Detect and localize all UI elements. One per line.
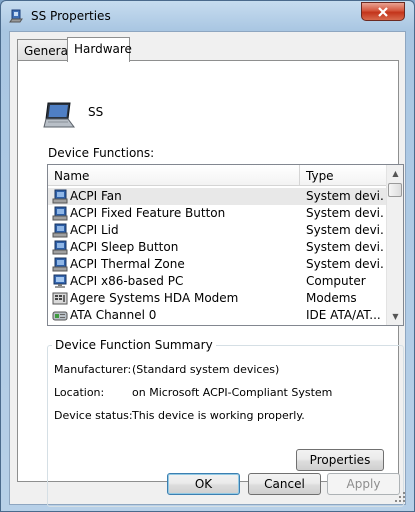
device-name-cell: ACPI Fan — [70, 189, 122, 203]
device-name-cell: ACPI Lid — [70, 223, 119, 237]
device-type-cell: System devi... — [306, 189, 384, 203]
properties-button[interactable]: Properties — [296, 449, 384, 471]
column-header-type[interactable]: Type — [306, 169, 334, 183]
list-header: Name Type — [48, 165, 386, 186]
apply-button[interactable]: Apply — [327, 473, 400, 495]
device-type-cell: Modems — [306, 291, 357, 305]
device-type-cell: System devi... — [306, 257, 384, 271]
ide-channel-icon — [52, 311, 68, 321]
apply-button-label: Apply — [346, 477, 381, 491]
tab-general-label: General — [24, 44, 72, 58]
scroll-thumb[interactable] — [388, 183, 402, 197]
tab-hardware[interactable]: Hardware — [67, 37, 132, 62]
scroll-down-button[interactable]: ▼ — [387, 308, 403, 325]
device-name: SS — [88, 105, 104, 119]
location-label: Location: — [54, 386, 105, 399]
device-status-label: Device status: — [54, 409, 133, 422]
dialog-client: General Hardware SS Device Functions: Na… — [9, 31, 406, 507]
system-device-icon — [52, 223, 68, 238]
device-name-cell: ACPI Fixed Feature Button — [70, 206, 226, 220]
system-device-icon — [52, 240, 68, 255]
tab-general[interactable]: General — [17, 39, 72, 61]
device-type-cell: Computer — [306, 274, 366, 288]
list-scrollbar[interactable]: ▲ ▼ — [386, 165, 403, 325]
properties-button-label: Properties — [309, 453, 371, 467]
list-item[interactable]: ACPI Lid System devi... — [48, 222, 386, 239]
manufacturer-label: Manufacturer: — [54, 363, 132, 376]
close-icon — [378, 6, 388, 17]
arrow-up-icon: ▲ — [392, 169, 399, 178]
list-item[interactable]: ACPI x86-based PC Computer — [48, 273, 386, 290]
ok-button-label: OK — [194, 477, 213, 491]
device-type-cell: System devi... — [306, 206, 384, 220]
modem-icon — [52, 292, 68, 305]
device-name-cell: ACPI Sleep Button — [70, 240, 179, 254]
hardware-tab-panel: SS Device Functions: Name Type ACPI Fan … — [17, 60, 404, 507]
scroll-up-button[interactable]: ▲ — [387, 165, 403, 182]
device-name-cell: ATA Channel 0 — [70, 308, 157, 322]
laptop-icon — [43, 102, 75, 128]
device-name-cell: ACPI x86-based PC — [70, 274, 184, 288]
system-device-icon — [52, 257, 68, 272]
list-item[interactable]: ACPI Fixed Feature Button System devi... — [48, 205, 386, 222]
device-type-cell: System devi... — [306, 223, 384, 237]
list-item[interactable]: Agere Systems HDA Modem Modems — [48, 290, 386, 307]
properties-window: SS Properties General Hardware SS Device… — [0, 0, 415, 512]
device-type-cell: System devi... — [306, 240, 384, 254]
ok-button[interactable]: OK — [167, 473, 240, 495]
column-header-name[interactable]: Name — [54, 169, 89, 183]
device-functions-label: Device Functions: — [48, 146, 155, 160]
summary-group-title: Device Function Summary — [52, 338, 216, 352]
tab-hardware-label: Hardware — [74, 42, 132, 56]
list-item[interactable]: ATA Channel 0 IDE ATA/AT... — [48, 307, 386, 324]
device-name-cell: Agere Systems HDA Modem — [70, 291, 239, 305]
computer-icon — [53, 274, 67, 288]
list-item[interactable]: ACPI Sleep Button System devi... — [48, 239, 386, 256]
computer-properties-icon — [9, 9, 23, 23]
arrow-down-icon: ▼ — [392, 312, 399, 321]
resize-grip-icon[interactable] — [394, 491, 406, 503]
device-name-cell: ACPI Thermal Zone — [70, 257, 185, 271]
list-item[interactable]: ACPI Fan System devi... — [48, 188, 386, 205]
title-bar[interactable]: SS Properties — [1, 1, 414, 31]
manufacturer-value: (Standard system devices) — [132, 363, 280, 376]
system-device-icon — [52, 189, 68, 204]
cancel-button-label: Cancel — [264, 477, 305, 491]
location-value: on Microsoft ACPI-Compliant System — [132, 386, 333, 399]
device-type-cell: IDE ATA/AT... — [306, 308, 381, 322]
device-functions-list[interactable]: Name Type ACPI Fan System devi... ACPI F… — [47, 164, 404, 326]
list-item[interactable]: ACPI Thermal Zone System devi... — [48, 256, 386, 273]
device-status-value: This device is working properly. — [132, 409, 305, 422]
system-device-icon — [52, 206, 68, 221]
window-title: SS Properties — [31, 9, 111, 23]
column-divider[interactable] — [299, 165, 300, 186]
close-button[interactable] — [361, 2, 405, 21]
cancel-button[interactable]: Cancel — [248, 473, 321, 495]
